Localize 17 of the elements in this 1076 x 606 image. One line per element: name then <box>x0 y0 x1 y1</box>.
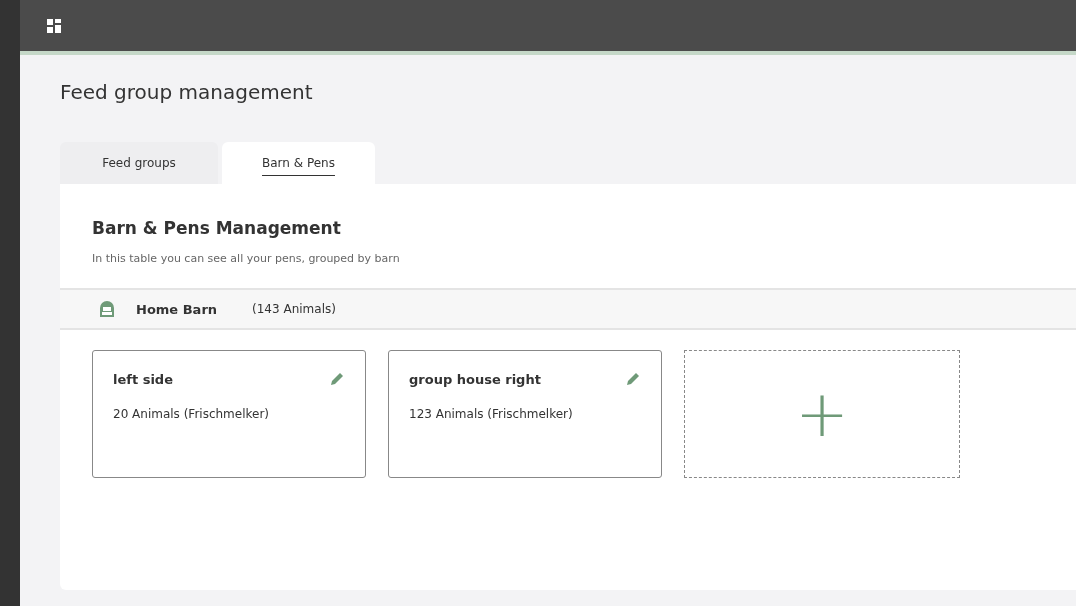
barn-icon <box>98 300 116 318</box>
tab[interactable]: Feed groups <box>60 142 218 184</box>
barn-name: Home Barn <box>136 301 218 317</box>
pen-card[interactable]: left side 20 Animals (Frischmelker) <box>92 350 366 478</box>
pen-animals: 123 Animals (Frischmelker) <box>409 407 574 421</box>
pen-name: group house right <box>409 371 541 387</box>
animal-count: (143 Animals) <box>252 302 336 316</box>
panel-description: In this table you can see all your pens, grouped by barn <box>92 252 401 265</box>
pen-animals: 20 Animals (Frischmelker) <box>113 407 271 421</box>
pen-card[interactable]: group house right 123 Animals (Frischmelker) <box>388 350 662 478</box>
pen-name: left side <box>113 371 173 387</box>
apps-icon[interactable] <box>47 18 61 33</box>
edit-icon[interactable] <box>625 371 641 387</box>
panel-title: Barn & Pens Management <box>92 218 342 238</box>
tab[interactable]: Barn & Pens <box>222 142 375 184</box>
edit-icon[interactable] <box>329 371 345 387</box>
page-title: Feed group management <box>60 80 314 106</box>
